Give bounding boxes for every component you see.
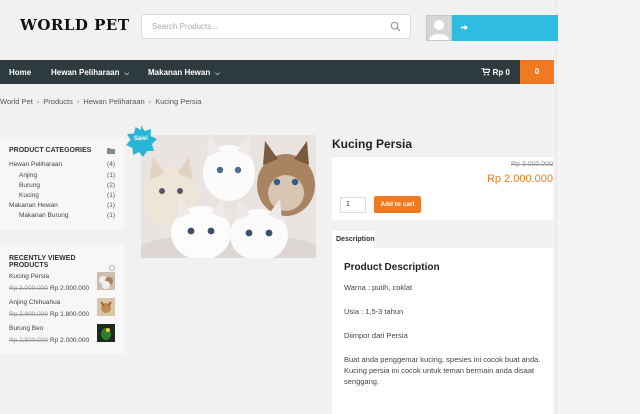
description-line: Diimpor dari Persia: [344, 331, 408, 340]
sale-price: Rp 2.000.000: [50, 337, 90, 344]
category-count: (1): [107, 192, 115, 199]
sale-price: Rp 1.800.000: [50, 311, 90, 318]
site-logo[interactable]: WORLD PET: [20, 16, 130, 34]
description-line: Warna : putih, coklat: [344, 283, 413, 292]
category-count: (4): [107, 161, 115, 168]
sale-badge: Sale!: [125, 125, 157, 157]
tab-description[interactable]: Description: [332, 231, 375, 248]
category-count: (1): [107, 212, 115, 219]
category-item[interactable]: Makanan Burung (1): [19, 212, 115, 219]
breadcrumb-current: Kucing Persia: [155, 97, 202, 106]
main-nav: Home Hewan Peliharaan ⌵ Makanan Hewan ⌵ Rp…: [0, 60, 554, 84]
nav-item-hewan-peliharaan[interactable]: Hewan Peliharaan ⌵: [51, 68, 129, 78]
login-icon: [460, 24, 469, 31]
description-panel: Product Description Warna : putih, cokla…: [332, 248, 553, 414]
breadcrumb: World Pet › Products › Hewan Peliharaan › Kuci…: [0, 97, 201, 106]
description-line: Usia : 1,5-3 tahun: [344, 307, 404, 316]
folder-icon: [107, 148, 115, 154]
account-area[interactable]: [426, 15, 558, 41]
dog-thumbnail[interactable]: [97, 298, 115, 316]
category-count: (1): [107, 172, 115, 179]
search-input[interactable]: Search Products...: [141, 14, 411, 39]
kitten-white-left: [171, 197, 231, 258]
category-label: Makanan Hewan: [9, 202, 58, 209]
breadcrumb-home[interactable]: World Pet: [0, 97, 33, 106]
widget-title: PRODUCT CATEGORIES: [0, 137, 124, 154]
category-label: Burung: [19, 182, 40, 189]
user-icon: [429, 20, 449, 40]
category-label: Makanan Burung: [19, 212, 69, 219]
chevron-down-icon: ⌵: [124, 71, 130, 77]
category-item[interactable]: Kucing (1): [19, 192, 115, 199]
cart-count[interactable]: 0: [520, 60, 554, 84]
category-label: Kucing: [19, 192, 39, 199]
product-image[interactable]: [141, 135, 316, 258]
nav-item-makanan-hewan[interactable]: Makanan Hewan ⌵: [148, 68, 220, 78]
cart-label: Rp 0: [492, 68, 510, 77]
cart-icon: [480, 67, 491, 76]
sale-price: Rp 2.000.000: [486, 173, 553, 185]
description-title: Product Description: [344, 262, 440, 273]
bird-thumbnail[interactable]: [97, 324, 115, 342]
old-price: Rp 2.500.000: [9, 337, 49, 344]
chevron-down-icon: ⌵: [215, 71, 220, 77]
category-item[interactable]: Burung (2): [19, 182, 115, 189]
sale-badge-text: Sale!: [133, 136, 149, 142]
category-item[interactable]: Anjing (1): [19, 172, 115, 179]
price-box: Rp 3.000.000 Rp 2.000.000 1 Add to cart: [332, 157, 553, 220]
nav-label: Hewan Peliharaan: [51, 68, 120, 77]
widget-title-text: PRODUCT CATEGORIES: [9, 147, 92, 154]
category-label: Anjing: [19, 172, 38, 179]
recent-product[interactable]: Anjing Chihuahua Rp 2.800.000 Rp 1.800.00…: [9, 298, 115, 321]
recently-viewed-widget: RECENTLY VIEWED PRODUCTS Kucing Persia R…: [0, 245, 124, 354]
category-label: Hewan Peliharaan: [9, 161, 63, 168]
recent-product[interactable]: Kucing Persia Rp 3.000.000 Rp 2.000.000: [9, 272, 115, 295]
old-price: Rp 3.000.000: [510, 161, 553, 168]
breadcrumb-category[interactable]: Hewan Peliharaan: [83, 97, 144, 106]
avatar[interactable]: [426, 15, 452, 41]
quantity-input[interactable]: 1: [340, 197, 366, 213]
nav-label: Home: [9, 68, 32, 77]
category-item[interactable]: Hewan Peliharaan (4): [9, 161, 115, 168]
breadcrumb-products[interactable]: Products: [43, 97, 73, 106]
widget-title-text: RECENTLY VIEWED PRODUCTS: [9, 255, 76, 269]
product-categories-widget: PRODUCT CATEGORIES Hewan Peliharaan (4) A…: [0, 137, 124, 230]
category-item[interactable]: Makanan Hewan (1): [9, 202, 115, 209]
search-placeholder: Search Products...: [152, 22, 218, 31]
close-icon[interactable]: [109, 265, 115, 271]
category-count: (1): [107, 202, 115, 209]
search-icon[interactable]: [390, 21, 401, 32]
breadcrumb-separator: ›: [148, 97, 152, 106]
breadcrumb-separator: ›: [36, 97, 40, 106]
recent-product[interactable]: Burung Beo Rp 2.500.000 Rp 2.000.000: [9, 324, 115, 347]
page: WORLD PET Search Products... Home Hewan …: [0, 0, 640, 414]
cat-thumbnail[interactable]: [97, 272, 115, 290]
old-price: Rp 3.000.000: [9, 285, 49, 292]
category-count: (2): [107, 182, 115, 189]
breadcrumb-separator: ›: [76, 97, 80, 106]
sale-price: Rp 2.000.000: [50, 285, 90, 292]
nav-item-home[interactable]: Home: [9, 68, 31, 77]
description-line: Buat anda penggemar kucing, spesies ini …: [344, 355, 541, 386]
widget-title: RECENTLY VIEWED PRODUCTS: [0, 245, 124, 269]
page-gutter: [556, 0, 640, 414]
cart-total[interactable]: Rp 0: [480, 67, 510, 77]
nav-label: Makanan Hewan: [148, 68, 211, 77]
product-title: Kucing Persia: [332, 137, 413, 151]
account-bar[interactable]: [452, 15, 558, 41]
old-price: Rp 2.800.000: [9, 311, 49, 318]
add-to-cart-button[interactable]: Add to cart: [374, 196, 421, 213]
